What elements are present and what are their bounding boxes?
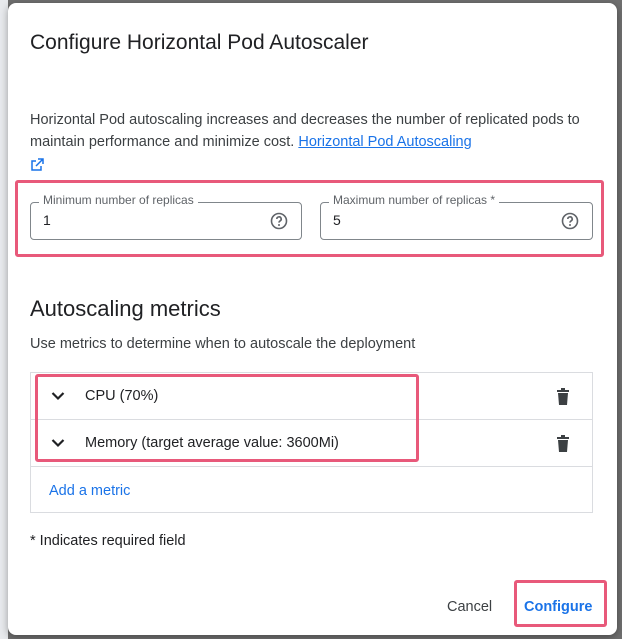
chevron-down-icon[interactable] — [51, 391, 65, 401]
configure-button[interactable]: Configure — [524, 599, 592, 615]
metric-row-cpu[interactable]: CPU (70%) — [31, 373, 592, 420]
metrics-list: CPU (70%) Memory (target average value: … — [30, 372, 593, 513]
metric-label: CPU (70%) — [85, 388, 159, 404]
hpa-docs-link[interactable]: Horizontal Pod Autoscaling — [298, 134, 471, 150]
required-field-note: * Indicates required field — [30, 533, 186, 549]
hpa-dialog: Configure Horizontal Pod Autoscaler Hori… — [8, 3, 617, 635]
max-replicas-input[interactable] — [333, 212, 533, 228]
add-metric-button[interactable]: Add a metric — [49, 483, 130, 499]
min-replicas-field[interactable]: Minimum number of replicas — [30, 193, 302, 240]
max-replicas-label: Maximum number of replicas * — [329, 193, 500, 207]
background-page — [0, 0, 8, 639]
dialog-description: Horizontal Pod autoscaling increases and… — [30, 109, 590, 153]
chevron-down-icon[interactable] — [51, 438, 65, 448]
metrics-section-description: Use metrics to determine when to autosca… — [30, 336, 416, 352]
min-replicas-label: Minimum number of replicas — [39, 193, 198, 207]
metrics-section-title: Autoscaling metrics — [30, 296, 221, 321]
help-icon[interactable] — [561, 212, 579, 230]
max-replicas-field[interactable]: Maximum number of replicas * — [320, 193, 593, 240]
min-replicas-input[interactable] — [43, 212, 243, 228]
metric-label: Memory (target average value: 3600Mi) — [85, 435, 339, 451]
dialog-title: Configure Horizontal Pod Autoscaler — [30, 31, 369, 54]
cancel-button[interactable]: Cancel — [447, 599, 492, 615]
trash-icon[interactable] — [556, 388, 570, 405]
external-link-icon[interactable] — [30, 158, 44, 172]
help-icon[interactable] — [270, 212, 288, 230]
metric-row-memory[interactable]: Memory (target average value: 3600Mi) — [31, 420, 592, 467]
trash-icon[interactable] — [556, 435, 570, 452]
